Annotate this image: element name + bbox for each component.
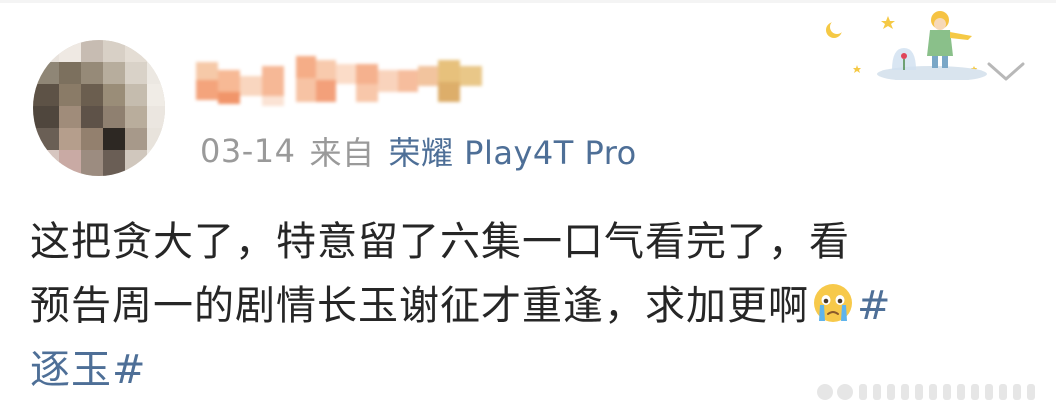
post-date: 03-14 bbox=[200, 132, 296, 170]
post-text-line-2-text: 预告周一的剧情长玉谢征才重逢，求加更啊 bbox=[30, 283, 809, 329]
top-divider bbox=[0, 0, 1056, 3]
chevron-down-icon[interactable] bbox=[983, 54, 1029, 88]
weibo-post-card: 03-14 来自 荣耀 Play4T Pro 这把贪大了，特意留了六集一口气看完… bbox=[0, 0, 1056, 417]
hashtag-link-start[interactable]: # bbox=[857, 283, 892, 329]
avatar-mosaic bbox=[33, 40, 165, 176]
username-mosaic bbox=[196, 56, 482, 106]
username-blurred[interactable] bbox=[196, 56, 496, 106]
little-prince-icon bbox=[822, 8, 987, 82]
avatar[interactable] bbox=[33, 40, 165, 176]
hashtag-link[interactable]: 逐玉# bbox=[30, 347, 147, 393]
post-source-prefix: 来自 bbox=[309, 134, 375, 172]
watermark bbox=[815, 377, 1045, 407]
post-meta: 03-14 来自 荣耀 Play4T Pro bbox=[200, 129, 637, 173]
post-text-line-1: 这把贪大了，特意留了六集一口气看完了，看 bbox=[30, 219, 850, 265]
post-text-line-2: 预告周一的剧情长玉谢征才重逢，求加更啊 # bbox=[30, 274, 1030, 338]
post-device-link[interactable]: 荣耀 Play4T Pro bbox=[389, 128, 637, 174]
post-content: 这把贪大了，特意留了六集一口气看完了，看 预告周一的剧情长玉谢征才重逢，求加更啊… bbox=[30, 210, 1030, 402]
crying-face-icon bbox=[811, 280, 855, 324]
